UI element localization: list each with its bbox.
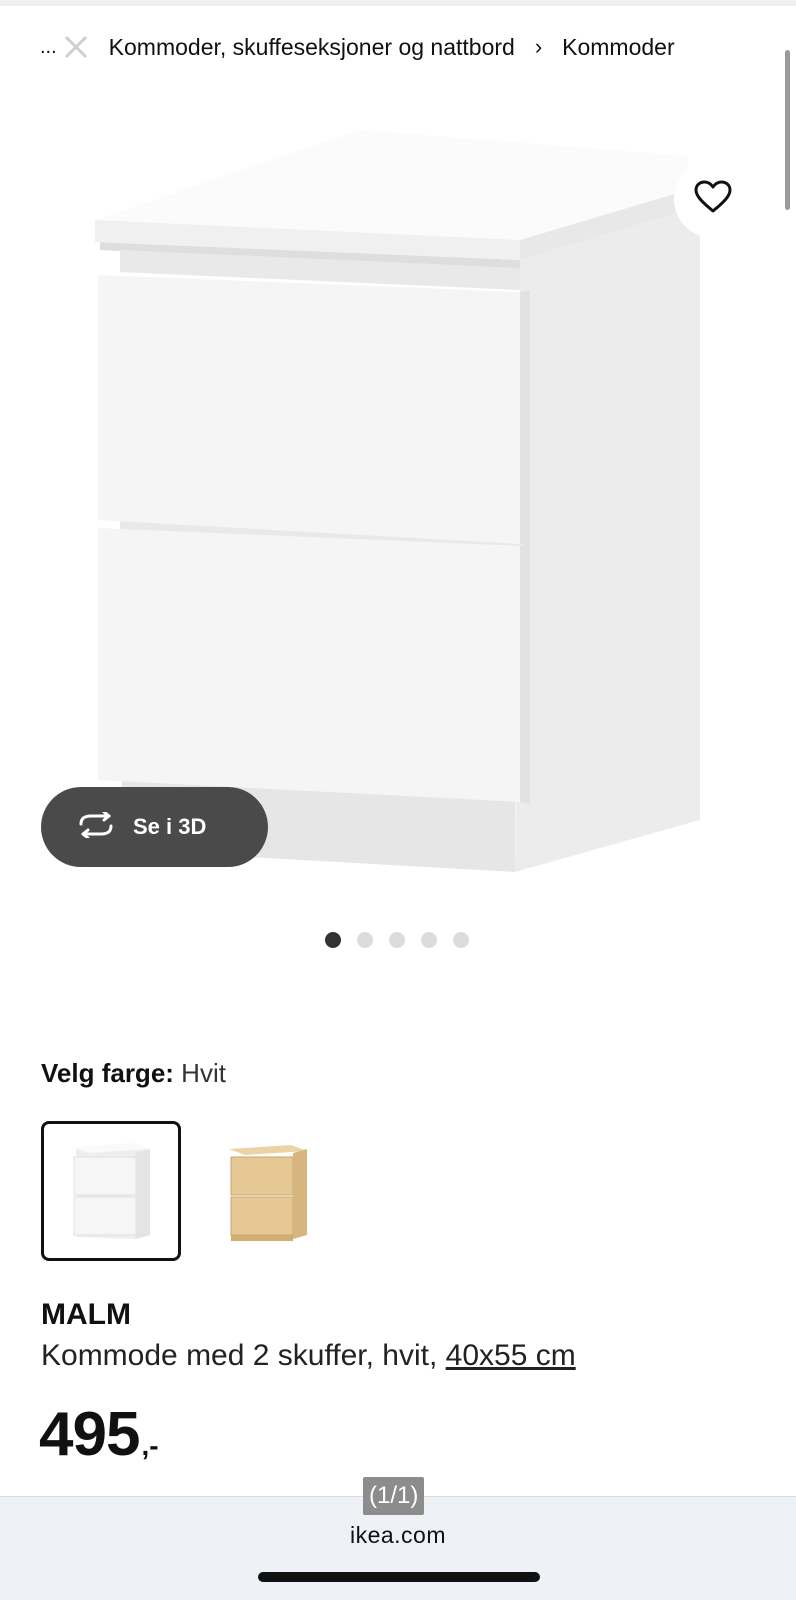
view-3d-label: Se i 3D — [133, 814, 207, 839]
close-icon[interactable] — [61, 32, 91, 62]
product-brand: MALM — [41, 1298, 131, 1331]
gallery-dot-3[interactable] — [389, 932, 405, 948]
gallery-dot-2[interactable] — [357, 932, 373, 948]
gallery-dot-5[interactable] — [453, 932, 469, 948]
favourite-button[interactable] — [674, 160, 752, 238]
color-label: Velg farge: — [41, 1058, 174, 1088]
gallery-pagination — [325, 932, 469, 948]
product-description: Kommode med 2 skuffer, hvit, 40x55 cm — [41, 1339, 576, 1373]
selected-color: Hvit — [181, 1058, 226, 1088]
breadcrumb-ellipsis[interactable]: ... — [40, 36, 57, 59]
white-nightstand-thumbnail — [72, 1143, 150, 1239]
gallery-dot-1[interactable] — [325, 932, 341, 948]
birch-nightstand-thumbnail — [229, 1145, 307, 1241]
page-counter: (1/1) — [363, 1477, 425, 1515]
product-image[interactable] — [60, 120, 740, 900]
rotate-3d-icon — [75, 810, 117, 843]
product-description-text: Kommode med 2 skuffer, hvit, — [41, 1339, 446, 1372]
price-decimal: ,- — [141, 1430, 159, 1461]
price-integer: 495 — [39, 1400, 140, 1469]
scrollbar[interactable] — [785, 50, 790, 210]
view-3d-button[interactable]: Se i 3D — [41, 787, 268, 867]
color-selector-title: Velg farge: Hvit — [41, 1058, 226, 1089]
address-bar-url[interactable]: ikea.com — [0, 1522, 796, 1549]
home-indicator[interactable] — [258, 1572, 540, 1582]
breadcrumb-current[interactable]: Kommoder — [562, 34, 674, 61]
gallery-dot-4[interactable] — [421, 932, 437, 948]
size-link[interactable]: 40x55 cm — [446, 1339, 576, 1372]
breadcrumb-separator: › — [534, 34, 543, 59]
status-bar-edge — [0, 0, 796, 6]
heart-icon — [694, 180, 732, 219]
product-price: 495 ,- — [39, 1404, 159, 1466]
breadcrumb-category[interactable]: Kommoder, skuffeseksjoner og nattbord — [109, 34, 515, 61]
breadcrumb: ... Kommoder, skuffeseksjoner og nattbor… — [40, 30, 675, 64]
color-swatch-birch[interactable] — [198, 1121, 338, 1261]
color-swatch-white[interactable] — [41, 1121, 181, 1261]
